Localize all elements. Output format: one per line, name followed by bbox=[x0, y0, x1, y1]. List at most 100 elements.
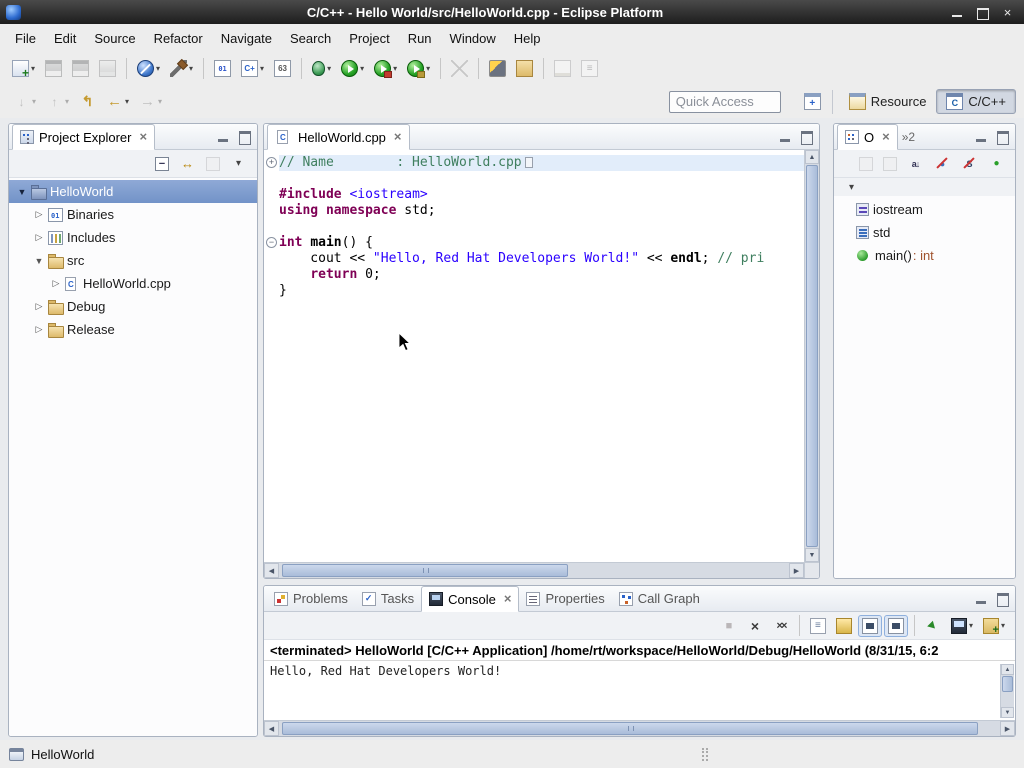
pin-console-button[interactable] bbox=[921, 615, 945, 637]
new-cpp-wizard-button[interactable]: ▾ bbox=[237, 57, 268, 80]
collapse-all-button[interactable] bbox=[151, 154, 173, 174]
menu-navigate[interactable]: Navigate bbox=[212, 27, 281, 50]
folded-region-indicator[interactable] bbox=[525, 157, 533, 168]
collapsed-arrow-icon[interactable]: ▷ bbox=[49, 278, 63, 289]
back-button[interactable]: ▾ bbox=[102, 90, 133, 113]
tab-project-explorer[interactable]: Project Explorer × bbox=[12, 124, 155, 150]
open-perspective-button[interactable] bbox=[800, 90, 825, 113]
maximize-view-button[interactable] bbox=[993, 590, 1012, 607]
hide-non-public-button[interactable] bbox=[984, 152, 1009, 175]
scroll-right-icon[interactable]: ▶ bbox=[1000, 721, 1015, 736]
minimize-view-button[interactable] bbox=[214, 128, 233, 145]
run-button[interactable]: ▾ bbox=[337, 57, 368, 80]
scroll-left-icon[interactable]: ◀ bbox=[264, 563, 279, 578]
hide-fields-button[interactable] bbox=[930, 152, 955, 175]
tab-tasks[interactable]: Tasks bbox=[355, 586, 421, 611]
sort-button[interactable] bbox=[903, 152, 928, 175]
code-editor[interactable]: +// Name : HelloWorld.cpp #include <iostr… bbox=[264, 150, 804, 562]
scrollbar-track[interactable] bbox=[1001, 675, 1014, 707]
menu-window[interactable]: Window bbox=[441, 27, 505, 50]
tab-call-graph[interactable]: Call Graph bbox=[612, 586, 707, 611]
code-analysis-button[interactable] bbox=[270, 57, 295, 80]
profile-button[interactable]: ▾ bbox=[403, 57, 434, 80]
menu-refactor[interactable]: Refactor bbox=[145, 27, 212, 50]
minimize-view-button[interactable] bbox=[776, 128, 795, 145]
explorer-item-helloworld[interactable]: ▼HelloWorld bbox=[9, 180, 257, 203]
close-icon[interactable]: × bbox=[504, 594, 512, 604]
tab-outline[interactable]: O × bbox=[837, 124, 898, 150]
scrollbar-thumb[interactable] bbox=[282, 564, 568, 577]
view-menu-button[interactable] bbox=[226, 152, 251, 175]
scrollbar-track[interactable] bbox=[279, 563, 789, 578]
menu-search[interactable]: Search bbox=[281, 27, 340, 50]
outline-item-std[interactable]: std bbox=[834, 221, 1015, 244]
hide-static-button[interactable] bbox=[957, 152, 982, 175]
scroll-up-icon[interactable]: ▲ bbox=[805, 150, 819, 164]
scrollbar-thumb[interactable] bbox=[1002, 676, 1013, 692]
link-with-editor-button[interactable] bbox=[175, 152, 200, 175]
display-selected-button[interactable]: ▾ bbox=[947, 615, 977, 637]
editor-horizontal-scrollbar[interactable]: ◀ ▶ bbox=[264, 562, 804, 578]
minimize-view-button[interactable] bbox=[972, 128, 991, 145]
tab-problems[interactable]: Problems bbox=[267, 586, 355, 611]
code-line-7[interactable]: cout << "Hello, Red Hat Developers World… bbox=[264, 251, 804, 267]
collapsed-arrow-icon[interactable]: ▷ bbox=[32, 209, 46, 220]
perspective-cpp-button[interactable]: C/C++ bbox=[936, 89, 1016, 114]
open-element-button[interactable] bbox=[485, 57, 510, 80]
menu-help[interactable]: Help bbox=[505, 27, 550, 50]
scrollbar-thumb[interactable] bbox=[806, 165, 818, 547]
perspective-resource-button[interactable]: Resource bbox=[839, 89, 937, 114]
remove-all-launches-button[interactable] bbox=[769, 615, 793, 637]
collapsed-arrow-icon[interactable]: ▷ bbox=[32, 232, 46, 243]
code-line-9[interactable]: } bbox=[264, 283, 804, 299]
scroll-lock-button[interactable] bbox=[832, 615, 856, 637]
scrollbar-track[interactable] bbox=[805, 164, 819, 548]
outline-tree[interactable]: iostreamstdmain() : int bbox=[834, 196, 1015, 578]
scrollbar-thumb[interactable] bbox=[282, 722, 978, 735]
open-console-button[interactable]: ▾ bbox=[979, 615, 1009, 637]
menu-edit[interactable]: Edit bbox=[45, 27, 85, 50]
explorer-item-debug[interactable]: ▷Debug bbox=[9, 295, 257, 318]
window-maximize-button[interactable] bbox=[972, 4, 993, 21]
menu-project[interactable]: Project bbox=[340, 27, 398, 50]
clear-console-button[interactable] bbox=[806, 615, 830, 637]
code-line-4[interactable]: using namespace std; bbox=[264, 203, 804, 219]
last-edit-location-button[interactable] bbox=[75, 90, 100, 113]
tab-properties[interactable]: Properties bbox=[519, 586, 611, 611]
maximize-view-button[interactable] bbox=[235, 128, 254, 145]
code-line-3[interactable]: #include <iostream> bbox=[264, 187, 804, 203]
code-line-6[interactable]: −int main() { bbox=[264, 235, 804, 251]
skip-breakpoints-button[interactable]: ▾ bbox=[133, 57, 164, 80]
expanded-arrow-icon[interactable]: ▼ bbox=[15, 187, 29, 197]
show-stderr-button[interactable] bbox=[884, 615, 908, 637]
fold-expand-icon[interactable]: + bbox=[266, 157, 277, 168]
build-console-button[interactable] bbox=[210, 57, 235, 80]
maximize-view-button[interactable] bbox=[993, 128, 1012, 145]
code-line-1[interactable]: +// Name : HelloWorld.cpp bbox=[264, 155, 804, 171]
scroll-up-icon[interactable]: ▲ bbox=[1001, 664, 1014, 675]
quick-access-input[interactable] bbox=[669, 91, 781, 113]
explorer-item-includes[interactable]: ▷Includes bbox=[9, 226, 257, 249]
close-icon[interactable]: × bbox=[882, 132, 890, 142]
build-button[interactable]: ▾ bbox=[166, 57, 197, 80]
window-close-button[interactable]: × bbox=[997, 4, 1018, 21]
scroll-down-icon[interactable]: ▼ bbox=[805, 548, 819, 562]
editor-vertical-scrollbar[interactable]: ▲ ▼ bbox=[804, 150, 819, 562]
explorer-item-binaries[interactable]: ▷Binaries bbox=[9, 203, 257, 226]
scroll-down-icon[interactable]: ▼ bbox=[1001, 707, 1014, 718]
tab-overflow-chevron[interactable]: »2 bbox=[898, 130, 919, 144]
maximize-view-button[interactable] bbox=[797, 128, 816, 145]
remove-launch-button[interactable] bbox=[743, 615, 767, 637]
console-vertical-scrollbar[interactable]: ▲ ▼ bbox=[1000, 664, 1014, 718]
external-tools-button[interactable]: ▾ bbox=[370, 57, 401, 80]
tab-helloworld-cpp[interactable]: HelloWorld.cpp × bbox=[267, 124, 410, 150]
menu-file[interactable]: File bbox=[6, 27, 45, 50]
new-wizard-button[interactable]: ▾ bbox=[8, 57, 39, 80]
window-minimize-button[interactable] bbox=[947, 4, 968, 21]
scrollbar-track[interactable] bbox=[279, 721, 1000, 736]
scroll-right-icon[interactable]: ▶ bbox=[789, 563, 804, 578]
collapsed-arrow-icon[interactable]: ▷ bbox=[32, 301, 46, 312]
close-icon[interactable]: × bbox=[139, 132, 147, 142]
show-stdout-button[interactable] bbox=[858, 615, 882, 637]
tab-console[interactable]: Console× bbox=[421, 586, 519, 612]
